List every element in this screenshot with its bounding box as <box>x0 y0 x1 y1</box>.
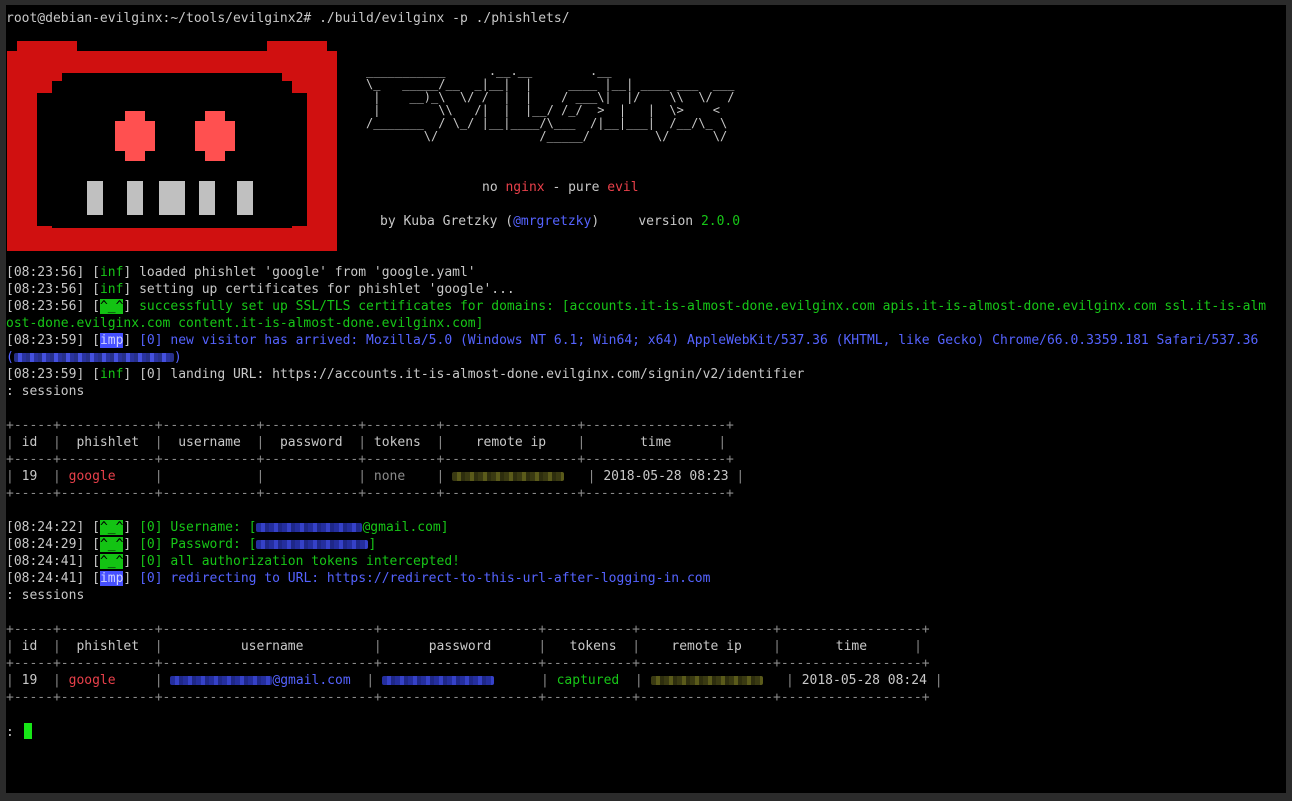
table-row: | 19 | google | @gmail.com | | captured … <box>6 673 943 688</box>
sessions-command: : sessions <box>6 384 85 399</box>
table-row: | 19 | google | | | none | | 2018-05-28 … <box>6 469 745 484</box>
log-line: [08:24:41] [^_^] [0] all authorization t… <box>6 554 460 569</box>
version-number: 2.0.0 <box>700 214 741 229</box>
log-line: [08:23:56] [^_^] successfully set up SSL… <box>6 299 1267 314</box>
redacted-remote-ip <box>452 472 565 481</box>
evilginx-ascii-logo: ___________ .__.__ .__ \_ _____/__ _|__|… <box>366 64 735 143</box>
author-handle: @mrgretzky <box>513 214 592 229</box>
terminal-window[interactable]: root@debian-evilginx:~/tools/evilginx2# … <box>6 5 1286 793</box>
table-header-row: | id | phishlet | username | password | … <box>6 435 727 450</box>
log-line-continuation: ost-done.evilginx.com content.it-is-almo… <box>6 316 484 331</box>
log-line: [08:24:22] [^_^] [0] Username: [@gmail.c… <box>6 520 449 535</box>
shell-prompt-line: root@debian-evilginx:~/tools/evilginx2# … <box>6 11 570 26</box>
table-border: +-----+------------+------------+-------… <box>6 452 734 467</box>
terminal-cursor <box>23 723 32 739</box>
table-header-row: | id | phishlet | username | password | … <box>6 639 922 654</box>
redacted-password <box>381 676 494 685</box>
log-line: [08:23:56] [inf] setting up certificates… <box>6 282 515 297</box>
table-border: +-----+------------+------------+-------… <box>6 418 734 433</box>
log-line: [08:23:59] [inf] [0] landing URL: https:… <box>6 367 805 382</box>
log-line: [08:24:29] [^_^] [0] Password: [] <box>6 537 377 552</box>
skull-logo <box>7 41 337 251</box>
redacted-username <box>256 523 363 532</box>
table-border: +-----+------------+--------------------… <box>6 690 930 705</box>
command-prompt[interactable]: : <box>6 723 32 741</box>
sessions-command: : sessions <box>6 588 85 603</box>
author-line: by Kuba Gretzky (@mrgretzky) version 2.0… <box>380 214 741 229</box>
log-line: [08:24:41] [imp] [0] redirecting to URL:… <box>6 571 711 586</box>
log-line: [08:23:56] [inf] loaded phishlet 'google… <box>6 265 476 280</box>
tagline: no nginx - pure evil <box>482 180 639 195</box>
log-line-continuation: () <box>6 350 182 365</box>
redacted-password <box>256 540 369 549</box>
redacted-ip <box>13 353 174 362</box>
redacted-username <box>170 676 273 685</box>
redacted-remote-ip <box>650 676 763 685</box>
log-line: [08:23:59] [imp] [0] new visitor has arr… <box>6 333 1259 348</box>
table-border: +-----+------------+--------------------… <box>6 622 930 637</box>
table-border: +-----+------------+------------+-------… <box>6 486 734 501</box>
table-border: +-----+------------+--------------------… <box>6 656 930 671</box>
